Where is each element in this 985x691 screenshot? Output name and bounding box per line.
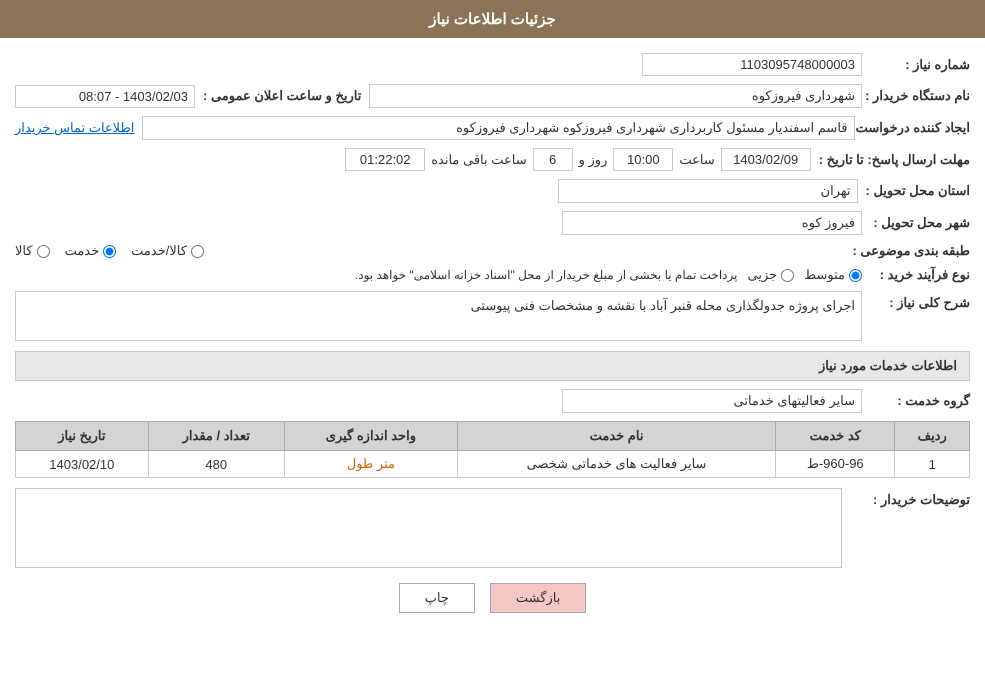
buyer-org-label: نام دستگاه خریدار : xyxy=(870,88,970,104)
province-label: استان محل تحویل : xyxy=(866,183,971,199)
province-value: تهران xyxy=(558,179,858,203)
city-label: شهر محل تحویل : xyxy=(870,215,970,231)
category-radio-group: کالا/خدمت خدمت کالا xyxy=(15,243,844,259)
cell-date: 1403/02/10 xyxy=(16,451,149,478)
col-header-qty: تعداد / مقدار xyxy=(148,422,284,451)
remaining-time: 01:22:02 xyxy=(345,148,425,171)
announce-datetime-label: تاریخ و ساعت اعلان عمومی : xyxy=(203,88,361,104)
buyer-desc-label: توضیحات خریدار : xyxy=(850,488,970,508)
remaining-label: ساعت باقی مانده xyxy=(431,152,526,168)
cell-quantity: 480 xyxy=(148,451,284,478)
response-time-label: ساعت xyxy=(679,152,714,168)
city-value: فیروز کوه xyxy=(562,211,862,235)
category-option-kala-khedmat[interactable]: کالا/خدمت xyxy=(131,243,204,259)
announce-datetime-value: 1403/02/03 - 08:07 xyxy=(15,85,195,108)
cell-row-num: 1 xyxy=(895,451,970,478)
col-header-date: تاریخ نیاز xyxy=(16,422,149,451)
category-label: طبقه بندی موضوعی : xyxy=(852,243,970,259)
response-time: 10:00 xyxy=(613,148,673,171)
back-button[interactable]: بازگشت xyxy=(490,583,586,613)
process-row: متوسط جزیی پرداخت تمام یا بخشی از مبلغ خ… xyxy=(15,267,862,283)
buttons-row: بازگشت چاپ xyxy=(15,583,970,628)
col-header-unit: واحد اندازه گیری xyxy=(284,422,457,451)
general-desc-label: شرح کلی نیاز : xyxy=(870,291,970,311)
cell-unit: متر طول xyxy=(284,451,457,478)
category-option-kala[interactable]: کالا xyxy=(15,243,50,259)
process-option-motavasset[interactable]: متوسط xyxy=(804,267,862,283)
service-group-value: سایر فعالیتهای خدماتی xyxy=(562,389,862,413)
services-table: ردیف کد خدمت نام خدمت واحد اندازه گیری ت… xyxy=(15,421,970,478)
service-group-label: گروه خدمت : xyxy=(870,393,970,409)
col-header-row: ردیف xyxy=(895,422,970,451)
need-number-value: 1103095748000003 xyxy=(642,53,862,76)
print-button[interactable]: چاپ xyxy=(399,583,475,613)
buyer-org-value: شهرداری فیروزکوه xyxy=(369,84,862,108)
col-header-code: کد خدمت xyxy=(776,422,895,451)
response-days-label: روز و xyxy=(579,152,608,168)
response-deadline-label: مهلت ارسال پاسخ: تا تاریخ : xyxy=(819,152,970,168)
process-option-jozi[interactable]: جزیی xyxy=(747,267,794,283)
table-row: 1 960-96-ط سایر فعالیت های خدماتی شخصی م… xyxy=(16,451,970,478)
response-date: 1403/02/09 xyxy=(721,148,811,171)
category-option-khedmat[interactable]: خدمت xyxy=(65,243,117,259)
col-header-name: نام خدمت xyxy=(457,422,775,451)
cell-name: سایر فعالیت های خدماتی شخصی xyxy=(457,451,775,478)
page-title: جزئیات اطلاعات نیاز xyxy=(429,11,556,28)
process-label: نوع فرآیند خرید : xyxy=(870,267,970,283)
buyer-desc-value xyxy=(15,488,842,568)
cell-code: 960-96-ط xyxy=(776,451,895,478)
response-days: 6 xyxy=(533,148,573,171)
creator-label: ایجاد کننده درخواست : xyxy=(863,120,971,136)
page-header: جزئیات اطلاعات نیاز xyxy=(0,0,985,38)
creator-link[interactable]: اطلاعات تماس خریدار xyxy=(15,120,134,136)
process-note: پرداخت تمام یا بخشی از مبلغ خریدار از مح… xyxy=(15,268,737,282)
general-desc-value: اجرای پروژه جدولگذاری محله قنبر آباد با … xyxy=(15,291,862,341)
creator-value: قاسم اسفندیار مسئول کاربرداری شهرداری فی… xyxy=(142,116,854,140)
services-section-title: اطلاعات خدمات مورد نیاز xyxy=(15,351,970,381)
table-header-row: ردیف کد خدمت نام خدمت واحد اندازه گیری ت… xyxy=(16,422,970,451)
need-number-label: شماره نیاز : xyxy=(870,57,970,73)
